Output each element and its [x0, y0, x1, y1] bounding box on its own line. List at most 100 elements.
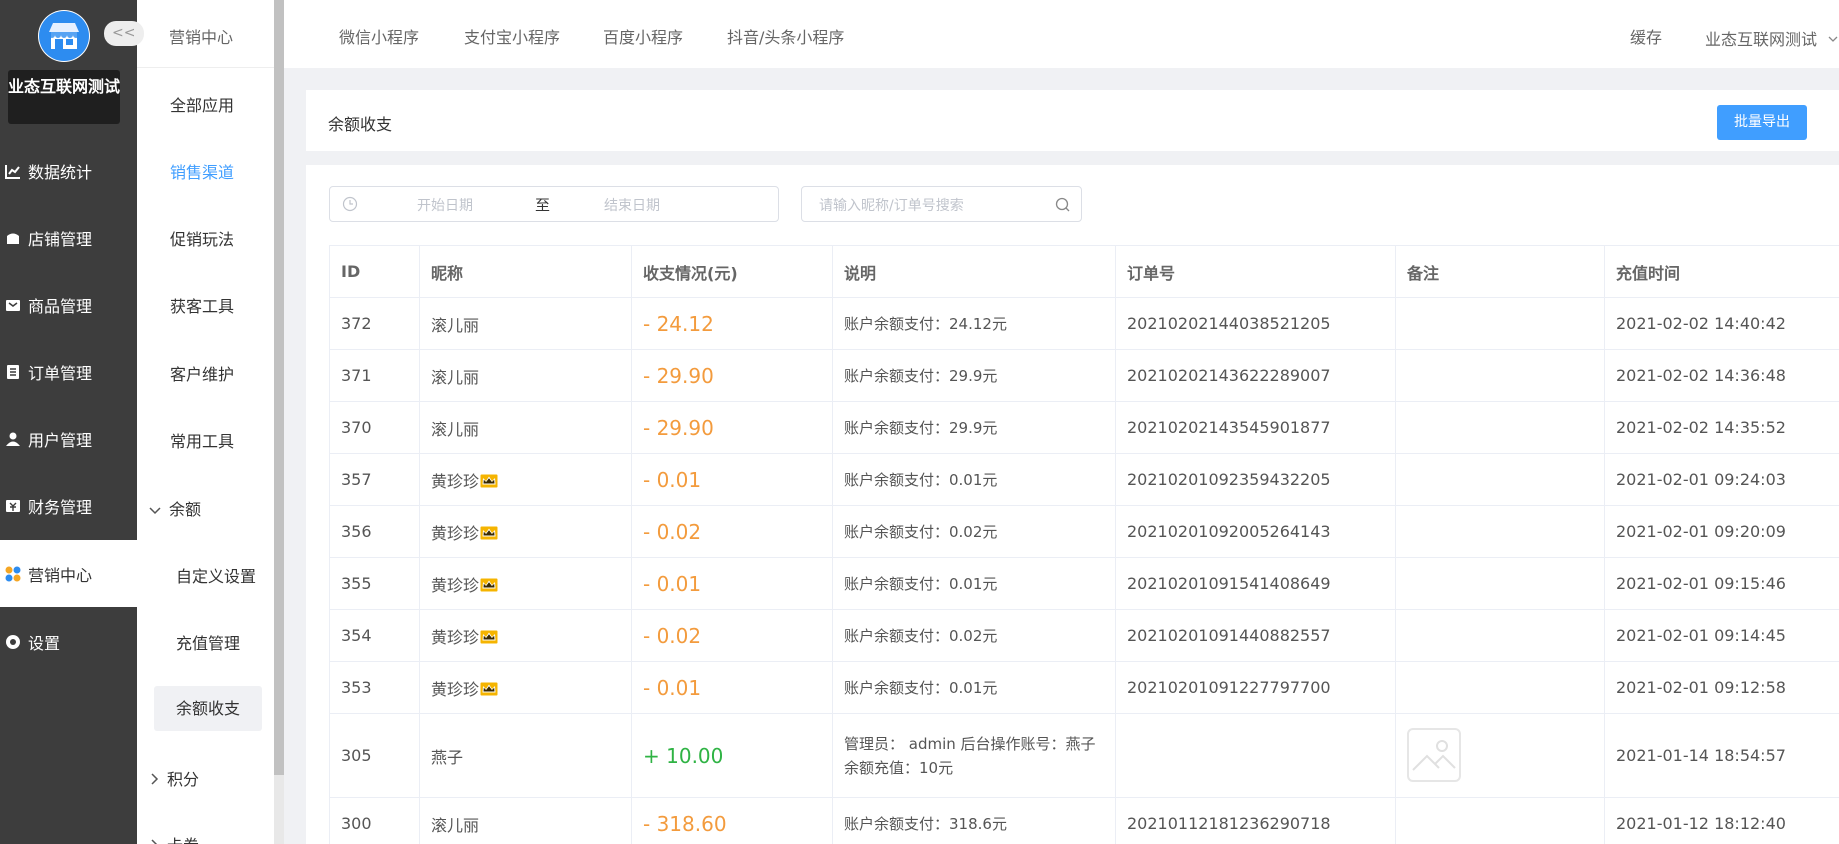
- nickname-text: 滚儿丽: [431, 815, 480, 835]
- batch-export-button[interactable]: 批量导出: [1717, 105, 1807, 140]
- nav-item-shop[interactable]: 店铺管理: [0, 204, 137, 271]
- nav-item-label: 店铺管理: [28, 229, 93, 249]
- sub-sidebar-header: 营销中心: [137, 0, 274, 68]
- cell-remark: [1395, 797, 1605, 844]
- cell-description: 账户余额支付：0.01元: [832, 557, 1116, 610]
- cache-button[interactable]: 缓存: [1630, 24, 1662, 48]
- tab-douyin-miniprogram[interactable]: 抖音/头条小程序: [727, 24, 844, 48]
- cell-recharge-time: 2021-02-01 09:15:46: [1604, 557, 1839, 610]
- table-row: 305 燕子 + 10.00 管理员： admin 后台操作账号：燕子 余额充值：10…: [329, 713, 1839, 798]
- nav-item-statistics[interactable]: 数据统计: [0, 137, 137, 204]
- crown-icon: [480, 473, 498, 487]
- subnav-custom-settings[interactable]: 自定义设置: [176, 563, 256, 587]
- nav-item-goods[interactable]: 商品管理: [0, 271, 137, 338]
- image-placeholder-icon[interactable]: [1407, 727, 1461, 782]
- header-id[interactable]: ID: [329, 245, 420, 298]
- cell-description: 账户余额支付：29.9元: [832, 349, 1116, 402]
- end-date-input[interactable]: 结束日期: [604, 195, 660, 215]
- cell-nickname: 黄珍珍: [419, 557, 632, 610]
- subnav-customer-care[interactable]: 客户维护: [170, 361, 234, 385]
- cell-amount: - 0.01: [631, 557, 833, 610]
- chart-icon: [4, 162, 22, 180]
- table-row: 300 滚儿丽 - 318.60 账户余额支付：318.6元 2021011218123…: [329, 797, 1839, 844]
- subnav-all-apps[interactable]: 全部应用: [170, 92, 234, 116]
- header-nickname[interactable]: 昵称: [419, 245, 632, 298]
- account-dropdown[interactable]: 业态互联网测试: [1705, 26, 1838, 50]
- crown-icon: [480, 629, 498, 643]
- header-order-number[interactable]: 订单号: [1115, 245, 1396, 298]
- subnav-balance-flow[interactable]: 余额收支: [154, 686, 262, 731]
- cell-recharge-time: 2021-02-02 14:36:48: [1604, 349, 1839, 402]
- search-input[interactable]: 请输入昵称/订单号搜索: [801, 186, 1082, 222]
- cell-nickname: 滚儿丽: [419, 297, 632, 350]
- header-recharge-time[interactable]: 充值时间: [1604, 245, 1839, 298]
- cell-recharge-time: 2021-01-12 18:12:40: [1604, 797, 1839, 844]
- start-date-input[interactable]: 开始日期: [417, 195, 473, 215]
- search-placeholder: 请输入昵称/订单号搜索: [819, 198, 964, 214]
- cell-remark: [1395, 557, 1605, 610]
- subnav-balance-group[interactable]: 余额: [149, 496, 201, 520]
- cell-recharge-time: 2021-02-01 09:12:58: [1604, 661, 1839, 714]
- subnav-recharge-manage[interactable]: 充值管理: [176, 630, 240, 654]
- nickname-text: 滚儿丽: [431, 419, 480, 439]
- cell-description: 管理员： admin 后台操作账号：燕子 余额充值：10元: [832, 713, 1116, 798]
- table-row: 357 黄珍珍 - 0.01 账户余额支付：0.01元 2021020109235943…: [329, 453, 1839, 506]
- nickname-text: 滚儿丽: [431, 367, 480, 387]
- header-amount[interactable]: 收支情况(元): [631, 245, 833, 298]
- shop-logo[interactable]: [38, 10, 90, 62]
- table-row: 372 滚儿丽 - 24.12 账户余额支付：24.12元 20210202144038…: [329, 297, 1839, 350]
- cell-nickname: 滚儿丽: [419, 349, 632, 402]
- tab-alipay-miniprogram[interactable]: 支付宝小程序: [464, 24, 560, 48]
- cell-order-number: 20210201091227797700: [1115, 661, 1396, 714]
- settings-icon: [4, 633, 22, 651]
- tab-wechat-miniprogram[interactable]: 微信小程序: [339, 24, 419, 48]
- table-row: 353 黄珍珍 - 0.01 账户余额支付：0.01元 2021020109122779…: [329, 661, 1839, 714]
- cell-remark: [1395, 505, 1605, 558]
- cell-recharge-time: 2021-02-01 09:14:45: [1604, 609, 1839, 662]
- header-description[interactable]: 说明: [832, 245, 1116, 298]
- cell-description: 账户余额支付：0.02元: [832, 609, 1116, 662]
- subnav-coupon-group[interactable]: 卡券: [151, 832, 199, 844]
- user-icon: [4, 430, 22, 448]
- cell-amount: - 0.02: [631, 609, 833, 662]
- cell-description: 账户余额支付：24.12元: [832, 297, 1116, 350]
- table-row: 356 黄珍珍 - 0.02 账户余额支付：0.02元 2021020109200526…: [329, 505, 1839, 558]
- cell-description: 账户余额支付：318.6元: [832, 797, 1116, 844]
- subnav-points-group[interactable]: 积分: [151, 766, 199, 790]
- cell-order-number: 20210201092359432205: [1115, 453, 1396, 506]
- balance-table: ID 昵称 收支情况(元) 说明 订单号 备注 充值时间 372 滚儿丽 - 24.…: [329, 245, 1839, 844]
- cell-id: 354: [329, 609, 420, 662]
- shop-icon: [4, 229, 22, 247]
- cell-amount: - 0.02: [631, 505, 833, 558]
- cell-order-number: 20210201091440882557: [1115, 609, 1396, 662]
- date-range-picker[interactable]: 开始日期 至 结束日期: [329, 186, 779, 222]
- collapse-sidebar-button[interactable]: <<: [104, 21, 144, 46]
- cell-description: 账户余额支付：0.01元: [832, 453, 1116, 506]
- nickname-text: 黄珍珍: [431, 627, 480, 647]
- cell-remark: [1395, 713, 1605, 798]
- cell-id: 357: [329, 453, 420, 506]
- cell-id: 300: [329, 797, 420, 844]
- chevron-down-icon: [149, 500, 161, 519]
- sub-sidebar-scrollbar[interactable]: [274, 0, 284, 775]
- crown-icon: [480, 577, 498, 591]
- main-panel: 开始日期 至 结束日期 请输入昵称/订单号搜索 ID 昵称 收支情况(元) 说明…: [306, 165, 1839, 844]
- search-icon[interactable]: [1054, 196, 1072, 214]
- cell-remark: [1395, 349, 1605, 402]
- nav-item-settings[interactable]: 设置: [0, 608, 137, 675]
- nav-item-users[interactable]: 用户管理: [0, 405, 137, 472]
- subnav-promotion[interactable]: 促销玩法: [170, 226, 234, 250]
- cell-remark: [1395, 609, 1605, 662]
- subnav-points-label: 积分: [167, 770, 200, 789]
- tab-baidu-miniprogram[interactable]: 百度小程序: [603, 24, 683, 48]
- goods-icon: [4, 296, 22, 314]
- nav-item-label: 数据统计: [28, 162, 93, 182]
- nav-item-orders[interactable]: 订单管理: [0, 338, 137, 405]
- header-remark[interactable]: 备注: [1395, 245, 1605, 298]
- nav-item-marketing[interactable]: 营销中心: [0, 540, 137, 607]
- nav-item-finance[interactable]: 财务管理: [0, 472, 137, 539]
- table-row: 371 滚儿丽 - 29.90 账户余额支付：29.9元 202102021436222…: [329, 349, 1839, 402]
- subnav-common-tools[interactable]: 常用工具: [170, 428, 234, 452]
- subnav-sales-channel[interactable]: 销售渠道: [170, 159, 234, 183]
- subnav-acquisition-tools[interactable]: 获客工具: [170, 293, 234, 317]
